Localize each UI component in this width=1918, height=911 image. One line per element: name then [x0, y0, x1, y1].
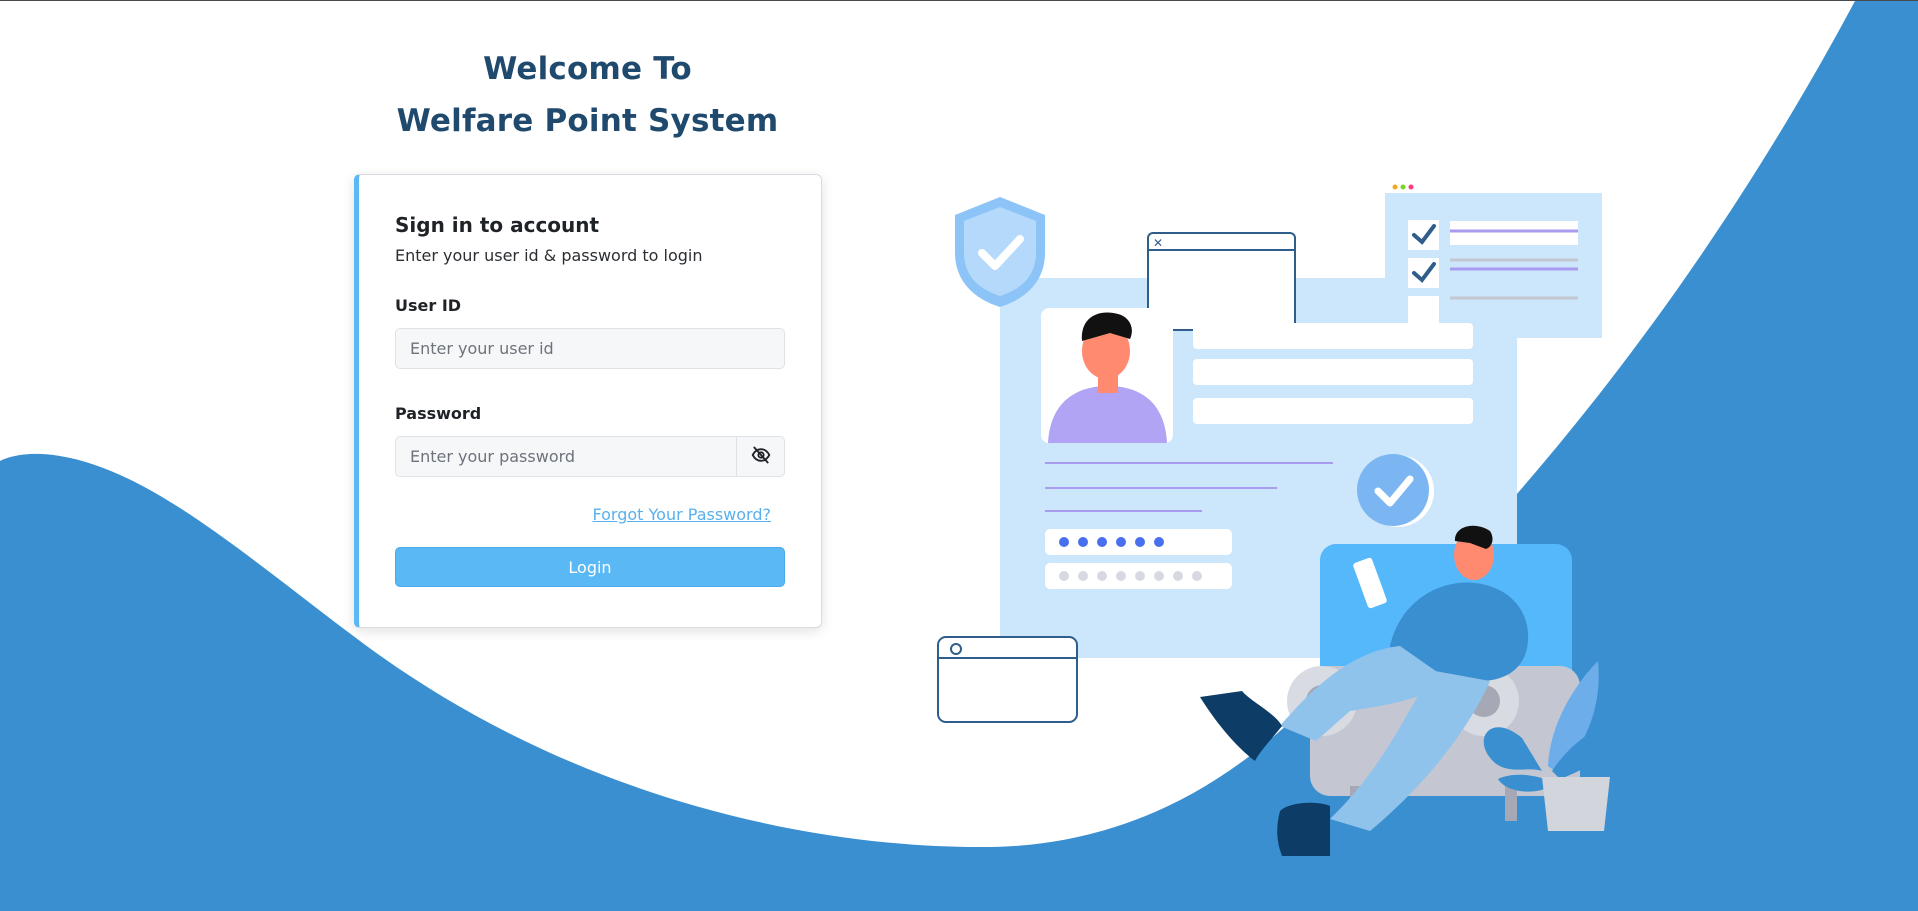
- login-button[interactable]: Login: [395, 547, 785, 587]
- eye-slash-icon: [751, 445, 771, 469]
- user-id-label: User ID: [395, 296, 462, 315]
- check-circle-icon: [1357, 454, 1434, 527]
- password-input[interactable]: [395, 436, 737, 477]
- login-illustration: ✕: [937, 184, 1630, 856]
- small-window-icon: [937, 636, 1078, 723]
- svg-text:✕: ✕: [1153, 236, 1163, 250]
- user-id-input[interactable]: [395, 328, 785, 369]
- forgot-password-link[interactable]: Forgot Your Password?: [593, 505, 772, 524]
- profile-photo-avatar: [1041, 308, 1173, 443]
- password-visibility-toggle[interactable]: [737, 436, 785, 477]
- welcome-line-1: Welcome To: [483, 51, 692, 87]
- checklist-card: [1385, 184, 1602, 338]
- card-subtitle: Enter your user id & password to login: [395, 246, 703, 265]
- password-group: [395, 436, 785, 477]
- welcome-heading: Welcome To Welfare Point System: [289, 43, 886, 147]
- login-card: Sign in to account Enter your user id & …: [354, 174, 822, 628]
- welcome-line-2: Welfare Point System: [396, 103, 779, 139]
- card-title: Sign in to account: [395, 213, 600, 237]
- password-label: Password: [395, 404, 482, 423]
